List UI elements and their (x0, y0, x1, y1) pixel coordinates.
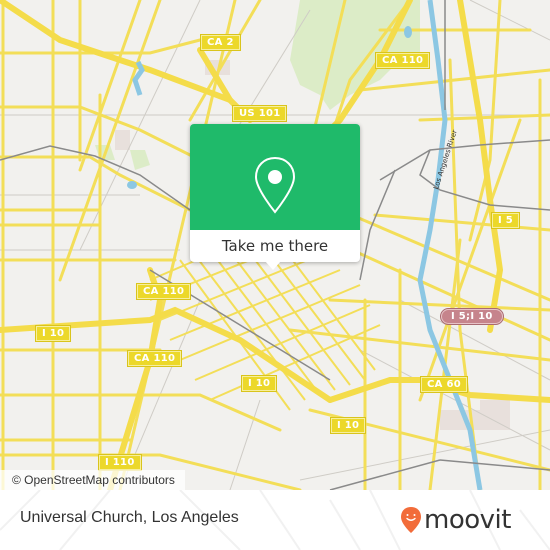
route-shield-ca60: CA 60 (420, 376, 468, 393)
route-shield-ca110-south: CA 110 (126, 350, 183, 367)
take-me-there-button[interactable]: Take me there (190, 230, 360, 262)
popup-header (190, 124, 360, 230)
lake (127, 181, 137, 189)
location-pin-icon (254, 156, 296, 214)
route-shield-i10-east: I 10 (329, 417, 367, 434)
map-attribution[interactable]: © OpenStreetMap contributors (0, 470, 185, 490)
pond (404, 26, 412, 38)
popup-pointer (265, 261, 281, 270)
destination-popup: Take me there (190, 124, 360, 270)
route-shield-i10-west: I 10 (34, 325, 72, 342)
route-shield-ca110-west: CA 110 (135, 283, 192, 300)
route-shield-i10-center: I 10 (240, 375, 278, 392)
route-shield-ca110-north: CA 110 (374, 52, 431, 69)
moovit-smile-pin-icon (401, 507, 421, 533)
route-shield-i5-i10: I 5;I 10 (440, 308, 504, 325)
route-shield-us101: US 101 (231, 105, 288, 122)
place-name: Universal Church, Los Angeles (20, 509, 239, 526)
footer-bar: Universal Church, Los Angeles moovit (0, 490, 550, 550)
route-shield-i110: I 110 (98, 454, 142, 471)
route-shield-ca2: CA 2 (200, 34, 241, 51)
map-canvas[interactable]: CA 2 CA 110 US 101 I 5 CA 110 I 10 CA 11… (0, 0, 550, 490)
moovit-logo[interactable]: moovit (400, 502, 511, 538)
route-shield-i5: I 5 (490, 212, 521, 229)
moovit-wordmark: moovit (424, 505, 511, 535)
